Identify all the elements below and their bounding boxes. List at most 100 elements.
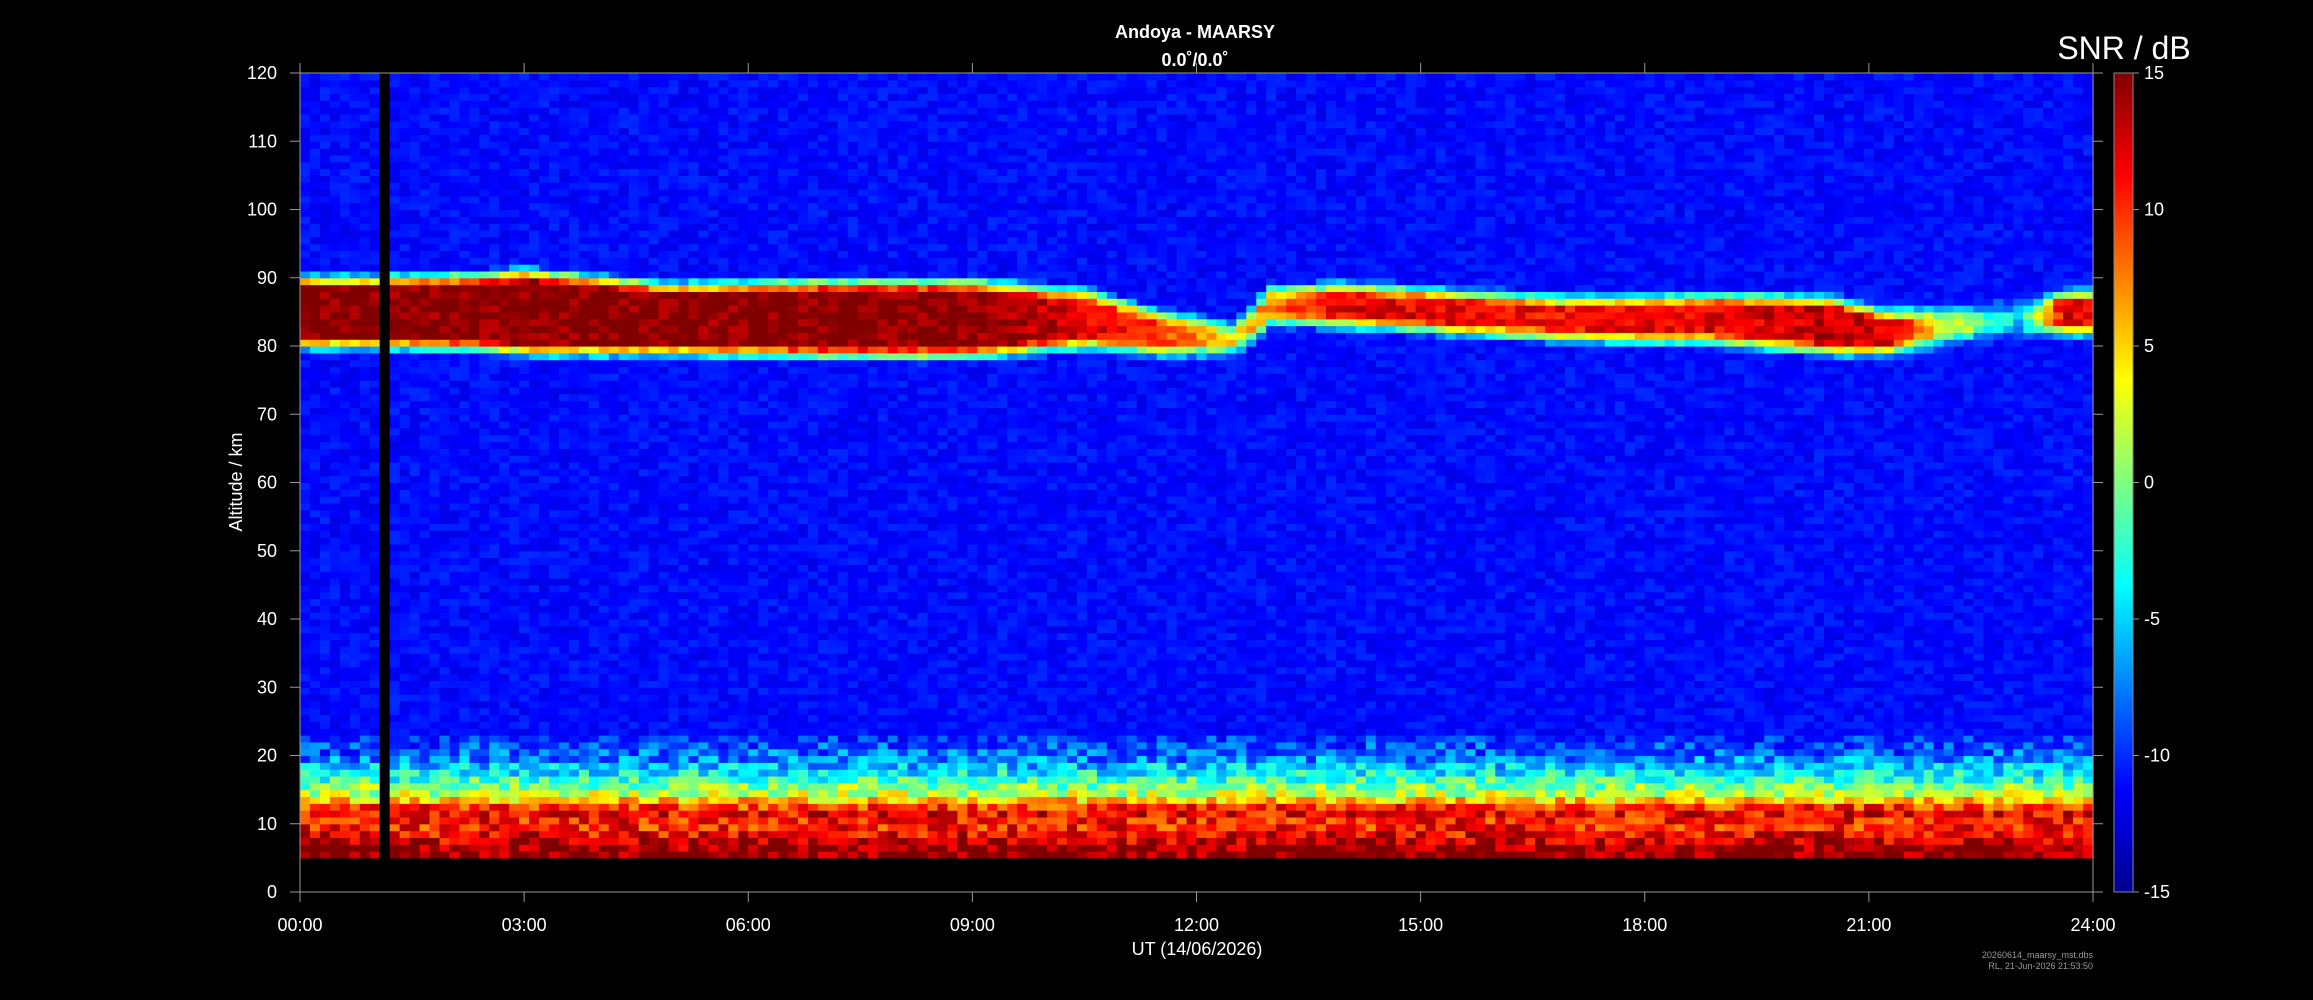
heatmap-cell (648, 236, 660, 245)
heatmap-cell (658, 700, 670, 709)
heatmap-cell (459, 598, 470, 606)
heatmap-cell (608, 182, 620, 190)
heatmap-cell (549, 332, 560, 340)
heatmap-cell (558, 864, 570, 873)
heatmap-cell (688, 830, 700, 838)
heatmap-cell (638, 120, 650, 129)
heatmap-cell (300, 659, 311, 668)
heatmap-cell (389, 796, 401, 804)
heatmap-cell (618, 223, 630, 231)
heatmap-cell (638, 298, 650, 306)
heatmap-cell (429, 366, 441, 374)
heatmap-cell (578, 578, 590, 586)
heatmap-cell (549, 318, 560, 327)
heatmap-cell (539, 591, 550, 600)
heatmap-cell (349, 400, 361, 409)
heatmap-cell (658, 243, 670, 252)
heatmap-cell (429, 584, 441, 593)
heatmap-cell (469, 366, 480, 374)
heatmap-cell (309, 543, 321, 552)
heatmap-cell (549, 154, 560, 163)
heatmap-cell (588, 100, 600, 108)
heatmap-cell (439, 844, 451, 852)
heatmap-cell (618, 332, 630, 340)
heatmap-cell (359, 769, 371, 777)
heatmap-cell (309, 748, 321, 757)
heatmap-cell (519, 195, 530, 204)
heatmap-cell (698, 598, 709, 606)
heatmap-cell (409, 195, 421, 204)
heatmap-cell (349, 332, 361, 340)
heatmap-cell (349, 277, 361, 286)
heatmap-cell (529, 755, 540, 763)
heatmap-cell (539, 584, 550, 593)
heatmap-cell (329, 216, 341, 224)
heatmap-cell (549, 653, 560, 661)
heatmap-cell (319, 612, 331, 620)
heatmap-cell (598, 250, 610, 258)
heatmap-cell (598, 857, 610, 866)
heatmap-cell (359, 639, 371, 647)
heatmap-cell (628, 489, 640, 497)
heatmap-cell (668, 161, 680, 170)
heatmap-cell (429, 537, 441, 545)
heatmap-cell (469, 427, 480, 436)
heatmap-cell (429, 223, 441, 231)
heatmap-cell (309, 366, 321, 374)
heatmap-cell (529, 311, 540, 320)
heatmap-cell (469, 735, 480, 743)
heatmap-cell (608, 885, 620, 893)
heatmap-cell (648, 189, 660, 197)
heatmap-cell (568, 823, 580, 832)
heatmap-cell (618, 373, 630, 381)
heatmap-cell (399, 141, 411, 149)
heatmap-cell (339, 107, 351, 115)
heatmap-cell (439, 810, 451, 818)
heatmap-cell (379, 598, 391, 606)
heatmap-cell (608, 810, 620, 818)
heatmap-cell (529, 857, 540, 866)
heatmap-cell (698, 339, 709, 347)
heatmap-cell (509, 79, 520, 88)
heatmap-cell (349, 646, 361, 654)
heatmap-cell (429, 284, 441, 292)
heatmap-cell (608, 591, 620, 600)
heatmap-cell (489, 427, 500, 436)
heatmap-cell (648, 564, 660, 572)
heatmap-cell (339, 141, 351, 149)
heatmap-cell (359, 346, 371, 354)
heatmap-cell (708, 769, 719, 777)
heatmap-cell (558, 393, 570, 402)
heatmap-cell (389, 687, 401, 695)
heatmap-cell (439, 270, 451, 279)
heatmap-cell (549, 339, 560, 347)
heatmap-cell (469, 400, 480, 409)
heatmap-cell (439, 632, 451, 641)
heatmap-cell (558, 844, 570, 852)
heatmap-cell (419, 414, 431, 422)
heatmap-cell (608, 305, 620, 313)
heatmap-cell (419, 728, 431, 736)
heatmap-cell (628, 775, 640, 784)
heatmap-cell (628, 687, 640, 695)
heatmap-cell (529, 359, 540, 368)
heatmap-cell (329, 844, 341, 852)
heatmap-cell (449, 502, 460, 511)
heatmap-cell (549, 659, 560, 668)
heatmap-cell (618, 591, 630, 600)
heatmap-cell (509, 175, 520, 183)
heatmap-cell (588, 161, 600, 170)
heatmap-cell (319, 250, 331, 258)
heatmap-cell (558, 673, 570, 682)
heatmap-cell (648, 612, 660, 620)
heatmap-cell (568, 509, 580, 518)
heatmap-cell (359, 789, 371, 798)
heatmap-cell (429, 830, 441, 838)
heatmap-cell (539, 646, 550, 654)
heatmap-cell (698, 673, 709, 682)
heatmap-cell (359, 775, 371, 784)
heatmap-cell (379, 885, 391, 893)
heatmap-cell (568, 530, 580, 538)
heatmap-cell (489, 189, 500, 197)
heatmap-cell (379, 236, 391, 245)
